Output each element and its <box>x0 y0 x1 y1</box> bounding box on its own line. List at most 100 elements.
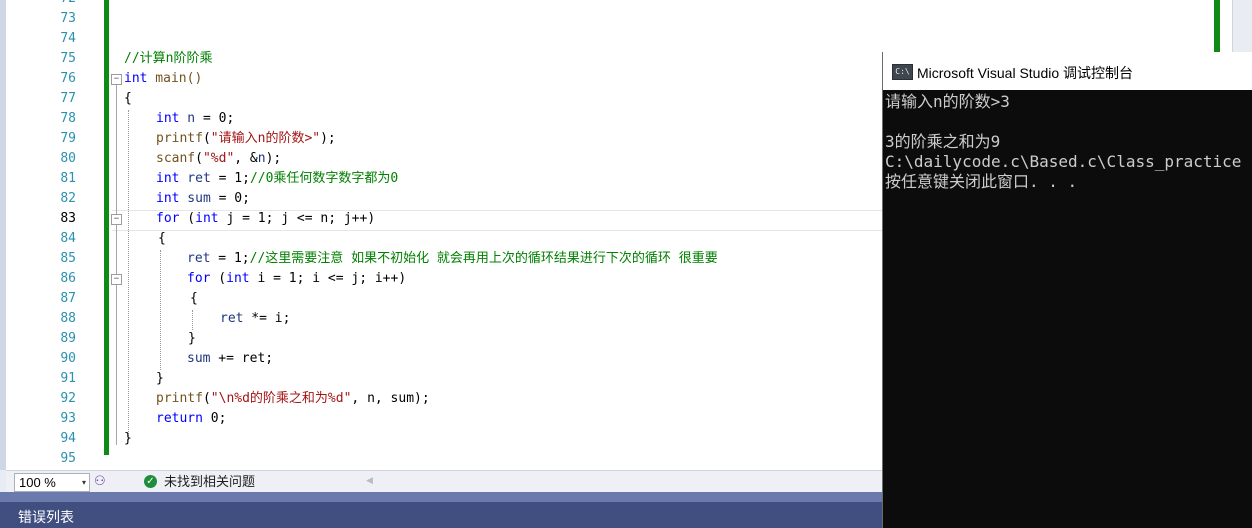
code-line-90: sum += ret; <box>187 349 273 369</box>
code-line-94: } <box>124 429 132 449</box>
line-number: 75 <box>60 51 76 66</box>
collapse-for-i-icon[interactable]: − <box>111 274 122 285</box>
line-number: 76 <box>60 71 76 86</box>
line-number: 74 <box>60 31 76 46</box>
code-line-75: //计算n阶阶乘 <box>124 49 212 69</box>
brace: } <box>156 371 164 386</box>
string-literal: "\n%d的阶乘之和为%d" <box>210 391 352 406</box>
code-line-82: int sum = 0; <box>156 189 250 209</box>
variable: ret <box>220 311 244 326</box>
line-number: 78 <box>60 111 76 126</box>
code-line-93: return 0; <box>156 409 226 429</box>
code-line-78: int n = 0; <box>156 109 234 129</box>
line-number: 91 <box>60 371 76 386</box>
brace: } <box>124 431 132 446</box>
comment: //0乘任何数字数字都为0 <box>249 171 399 186</box>
code-text: = 1; <box>210 251 250 266</box>
code-health-icon[interactable]: ⚇ <box>94 473 110 489</box>
zoom-dropdown[interactable]: 100 % ▾ <box>14 473 90 492</box>
check-circle-icon[interactable]: ✓ <box>144 475 157 488</box>
code-text: , n, sum); <box>351 391 430 406</box>
collapse-for-j-icon[interactable]: − <box>111 214 122 225</box>
variable: sum <box>179 191 211 206</box>
indent-guide <box>160 250 161 370</box>
code-text: , & <box>234 151 258 166</box>
identifier: main() <box>147 71 203 86</box>
code-text: = 0; <box>210 191 250 206</box>
line-number: 95 <box>60 451 76 466</box>
variable: n <box>257 151 266 166</box>
code-line-87: { <box>190 289 198 309</box>
code-line-84: { <box>158 229 166 249</box>
collapse-main-icon[interactable]: − <box>111 74 122 85</box>
brace: } <box>188 331 196 346</box>
indent-guide <box>128 110 129 440</box>
keyword: int <box>156 191 180 206</box>
scroll-left-icon[interactable]: ◀ <box>366 475 373 486</box>
brace: { <box>190 291 198 306</box>
code-line-79: printf("请输入n的阶数>"); <box>156 129 336 149</box>
code-line-88: ret *= i; <box>220 309 290 329</box>
change-tracking-bar <box>104 0 109 455</box>
debug-console-window[interactable]: C:\ Microsoft Visual Studio 调试控制台 请输入n的阶… <box>882 52 1252 528</box>
keyword: int <box>124 71 148 86</box>
code-text: 0; <box>202 411 227 426</box>
line-number: 81 <box>60 171 76 186</box>
line-number: 82 <box>60 191 76 206</box>
issues-status-text[interactable]: 未找到相关问题 <box>164 474 255 490</box>
code-text: i = 1; i <= j; i++) <box>249 271 407 286</box>
code-text: ); <box>320 131 336 146</box>
code-line-89: } <box>188 329 196 349</box>
code-line-83: for (int j = 1; j <= n; j++) <box>156 209 375 229</box>
keyword: int <box>195 211 219 226</box>
code-line-91: } <box>156 369 164 389</box>
line-number: 85 <box>60 251 76 266</box>
keyword: for <box>156 211 180 226</box>
line-number: 80 <box>60 151 76 166</box>
code-line-92: printf("\n%d的阶乘之和为%d", n, sum); <box>156 389 430 409</box>
function-name: printf <box>156 391 203 406</box>
variable: n <box>179 111 196 126</box>
line-number: 94 <box>60 431 76 446</box>
line-number: 79 <box>60 131 76 146</box>
console-output-line: C:\dailycode.c\Based.c\Class_practice <box>885 152 1242 171</box>
code-text: ( <box>202 131 211 146</box>
console-title-bar[interactable]: C:\ Microsoft Visual Studio 调试控制台 <box>883 52 1252 90</box>
console-output-line: 请输入n的阶数>3 <box>885 92 1010 111</box>
console-output-line: 按任意键关闭此窗口. . . <box>885 172 1078 191</box>
code-line-76: int main() <box>124 69 202 89</box>
line-number-gutter: 72 73 74 75 76 77 78 79 80 81 82 83 84 8… <box>6 0 96 470</box>
variable: sum <box>187 351 211 366</box>
code-text: ( <box>202 391 211 406</box>
fold-line <box>116 85 117 445</box>
comment: //计算n阶阶乘 <box>124 51 213 66</box>
error-list-tab[interactable]: 错误列表 <box>18 507 74 527</box>
keyword: int <box>226 271 250 286</box>
code-text: += ret; <box>210 351 274 366</box>
console-app-icon: C:\ <box>892 64 913 80</box>
code-text: ( <box>195 151 203 166</box>
function-name: printf <box>156 131 203 146</box>
brace: { <box>124 91 132 106</box>
code-line-77: { <box>124 89 132 109</box>
code-line-85: ret = 1;//这里需要注意 如果不初始化 就会再用上次的循环结果进行下次的… <box>187 249 718 269</box>
variable: ret <box>179 171 211 186</box>
keyword: int <box>156 171 180 186</box>
code-text: ); <box>265 151 282 166</box>
code-line-81: int ret = 1;//0乘任何数字数字都为0 <box>156 169 398 189</box>
code-text: j = 1; j <= n; j++) <box>218 211 376 226</box>
line-number: 89 <box>60 331 76 346</box>
string-literal: "请输入n的阶数>" <box>210 131 321 146</box>
code-text: ( <box>179 211 196 226</box>
brace: { <box>158 231 166 246</box>
line-number: 86 <box>60 271 76 286</box>
vertical-scrollbar[interactable] <box>1232 0 1252 52</box>
line-number: 90 <box>60 351 76 366</box>
line-number: 87 <box>60 291 76 306</box>
console-title: Microsoft Visual Studio 调试控制台 <box>917 65 1134 81</box>
line-number-current: 83 <box>60 211 76 226</box>
line-number: 84 <box>60 231 76 246</box>
code-text: ( <box>210 271 227 286</box>
code-line-86: for (int i = 1; i <= j; i++) <box>187 269 406 289</box>
console-output-line: 3的阶乘之和为9 <box>885 132 1001 151</box>
